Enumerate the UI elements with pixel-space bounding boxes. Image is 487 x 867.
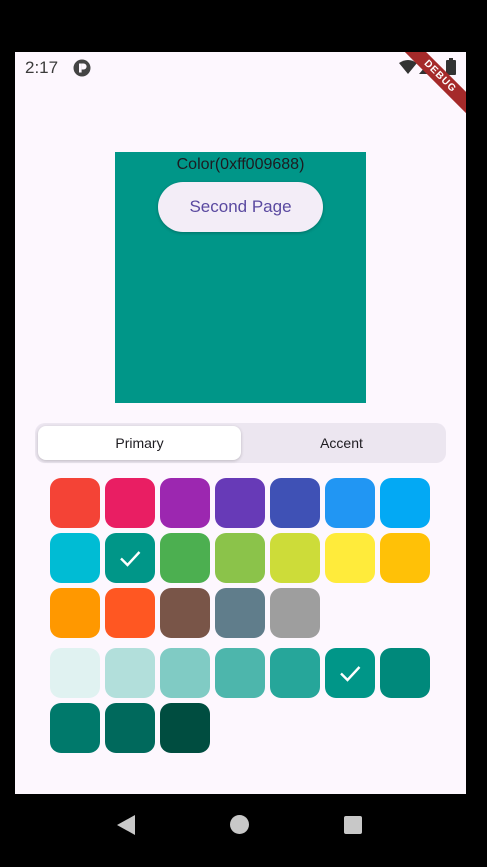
main-color-swatch[interactable] (160, 478, 210, 528)
home-icon[interactable] (230, 815, 249, 834)
shade-color-swatch[interactable] (380, 648, 430, 698)
main-color-swatch[interactable] (215, 588, 265, 638)
main-color-swatch[interactable] (325, 478, 375, 528)
main-color-swatch[interactable] (215, 533, 265, 583)
main-color-swatch[interactable] (380, 533, 430, 583)
system-nav-bar (0, 794, 487, 867)
check-icon (120, 551, 141, 567)
shade-color-swatch[interactable] (105, 703, 155, 753)
color-preview: Color(0xff009688) Second Page (115, 152, 366, 403)
main-color-swatch[interactable] (160, 533, 210, 583)
main-color-swatch[interactable] (380, 478, 430, 528)
tab-primary[interactable]: Primary (38, 426, 241, 460)
tab-accent[interactable]: Accent (240, 426, 443, 460)
main-color-swatch[interactable] (270, 478, 320, 528)
shade-color-swatch[interactable] (50, 703, 100, 753)
shade-color-swatch[interactable] (215, 648, 265, 698)
main-color-swatch[interactable] (105, 478, 155, 528)
second-page-button[interactable]: Second Page (158, 182, 323, 232)
color-value-label: Color(0xff009688) (176, 156, 305, 173)
main-color-swatch[interactable] (105, 588, 155, 638)
main-color-swatch[interactable] (105, 533, 155, 583)
check-icon (340, 666, 361, 682)
notification-p-icon (73, 59, 91, 77)
shade-color-swatch[interactable] (270, 648, 320, 698)
palette-tab-switch: Primary Accent (35, 423, 446, 463)
main-color-swatch[interactable] (50, 588, 100, 638)
main-color-swatch[interactable] (270, 588, 320, 638)
main-color-swatch[interactable] (50, 533, 100, 583)
shade-color-swatch[interactable] (160, 648, 210, 698)
back-icon[interactable] (117, 815, 135, 835)
shade-color-swatch[interactable] (50, 648, 100, 698)
status-time: 2:17 (25, 58, 59, 77)
main-color-swatch[interactable] (160, 588, 210, 638)
recents-icon[interactable] (344, 816, 362, 834)
shade-color-swatch[interactable] (105, 648, 155, 698)
main-color-swatch[interactable] (325, 533, 375, 583)
main-color-swatch[interactable] (215, 478, 265, 528)
main-color-swatch[interactable] (270, 533, 320, 583)
shade-color-swatch[interactable] (325, 648, 375, 698)
main-color-swatch[interactable] (50, 478, 100, 528)
status-bar: 2:17 (15, 52, 466, 84)
shade-color-swatch[interactable] (160, 703, 210, 753)
app-screen: 2:17 DEBUG Color(0xff009688) Second Page… (15, 52, 466, 794)
